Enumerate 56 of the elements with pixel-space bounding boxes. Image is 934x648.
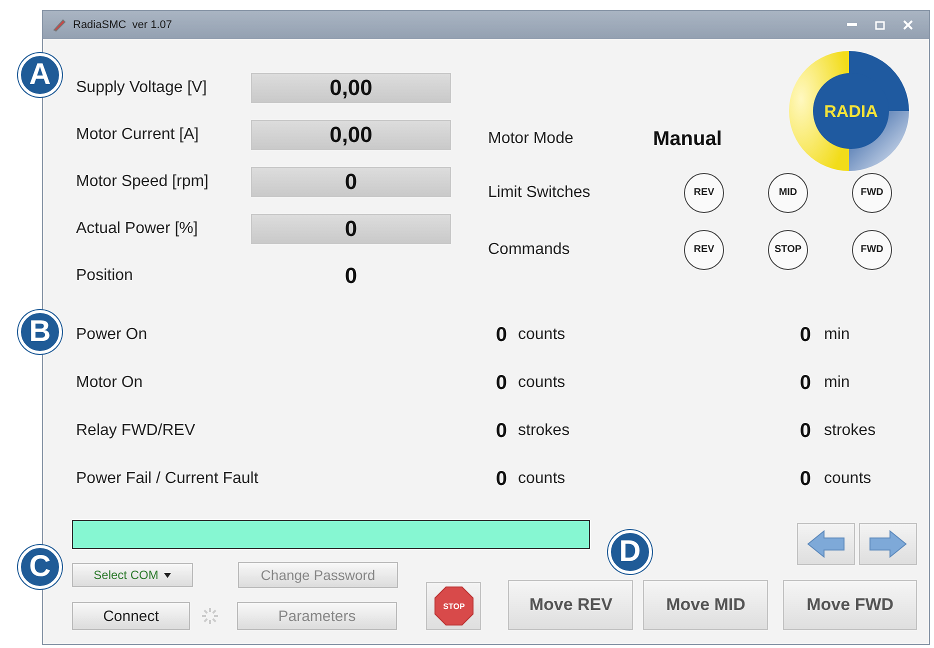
reading-label: Supply Voltage [V] [76,78,208,96]
total-unit: min [823,374,851,392]
counter-label: Motor On [76,374,144,392]
limit-switches-label: Limit Switches [488,184,592,202]
counter-label: Power Fail / Current Fault [76,470,260,488]
reading-label: Position [76,266,134,284]
total-unit: strokes [823,422,877,440]
logo: RADIA [789,49,909,174]
reading-display: 0,00 [251,120,451,150]
com-port-dropdown[interactable]: Select COM [72,563,193,587]
counter-unit: counts [517,470,566,488]
indicator-light: STOP [768,230,808,270]
reading-display: 0,00 [251,72,451,102]
total-value: 0 [798,468,811,490]
indicator-light: MID [768,172,808,212]
counter-value: 0 [494,324,507,346]
counter-unit: counts [517,326,566,344]
indicator-light: REV [684,230,724,270]
reading-label: Motor Current [A] [76,126,200,144]
total-value: 0 [798,420,811,442]
callout-badge: A [18,53,62,97]
caret-icon [164,572,172,578]
stop-button[interactable]: STOP [426,582,482,630]
motor-mode-value: Manual [653,128,723,150]
move-button[interactable]: Move REV [508,580,634,630]
reading-label: Motor Speed [rpm] [76,172,210,190]
app-icon [51,17,67,33]
counter-value: 0 [494,420,507,442]
total-unit: counts [823,470,872,488]
move-button[interactable]: Move FWD [783,580,917,630]
reading-value: 0 [344,262,358,288]
total-value: 0 [798,372,811,394]
spinner-icon [199,605,221,627]
indicator-light: FWD [852,230,892,270]
reading-display: 0 [251,214,451,244]
indicator-light: REV [684,172,724,212]
counter-value: 0 [494,372,507,394]
total-unit: min [823,326,851,344]
total-value: 0 [798,324,811,346]
commands-label: Commands [488,240,571,258]
indicator-light: FWD [852,172,892,212]
callout-badge: B [18,310,62,354]
callout-badge: C [18,545,62,589]
counter-unit: counts [517,374,566,392]
left-arrow-button[interactable] [797,523,855,565]
counter-unit: strokes [517,422,571,440]
window-title: RadiaSMC ver 1.07 [73,19,172,31]
counter-label: Power On [76,326,148,344]
connect-button[interactable]: Connect [72,602,190,630]
counter-label: Relay FWD/REV [76,422,196,440]
motor-mode-label: Motor Mode [488,130,574,148]
reading-display: 0 [251,166,451,196]
right-arrow-button[interactable] [859,523,917,565]
move-button[interactable]: Move MID [643,580,768,630]
counter-value: 0 [494,468,507,490]
reading-label: Actual Power [%] [76,220,199,238]
